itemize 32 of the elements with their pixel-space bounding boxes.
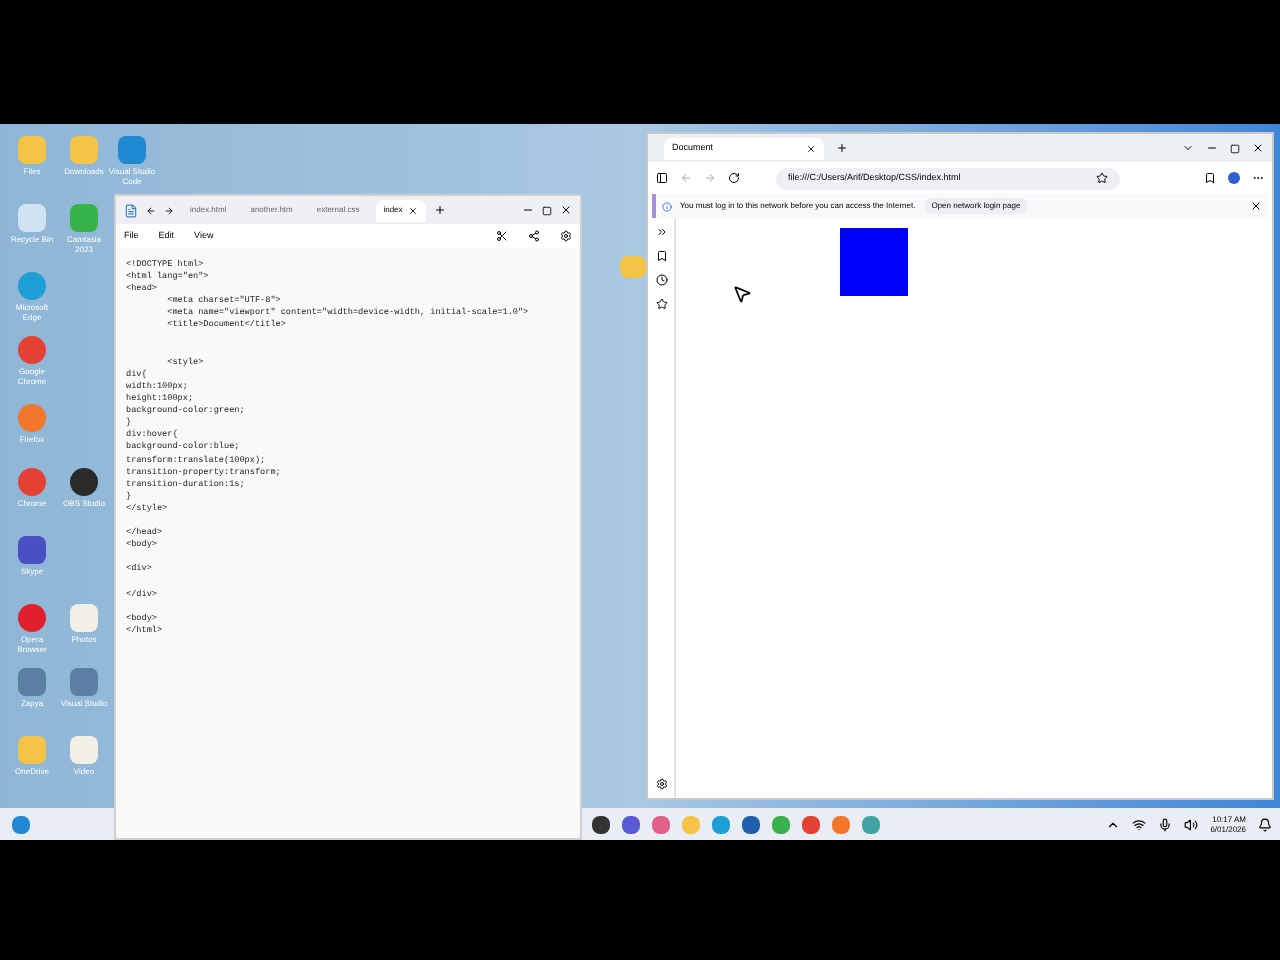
- chevron-icon[interactable]: [1106, 817, 1121, 831]
- mouse-cursor-icon: [732, 284, 752, 304]
- sidebar-icon[interactable]: [656, 172, 668, 184]
- star-icon[interactable]: [655, 298, 667, 310]
- bookmark-icon[interactable]: [655, 250, 667, 262]
- back-icon[interactable]: [146, 205, 156, 215]
- wifi-icon[interactable]: [1132, 817, 1147, 831]
- bookmark-icon[interactable]: [1096, 172, 1108, 184]
- new-tab-icon[interactable]: [434, 204, 447, 216]
- settings-icon[interactable]: [560, 230, 572, 242]
- close-icon[interactable]: [1252, 142, 1264, 154]
- volume-icon[interactable]: [1184, 817, 1199, 831]
- share-icon[interactable]: [528, 230, 540, 242]
- account-icon[interactable]: [1228, 172, 1240, 184]
- notepad-icon: [124, 203, 138, 217]
- new-tab-icon[interactable]: [836, 142, 848, 154]
- minimize-icon[interactable]: [522, 204, 534, 216]
- close-icon[interactable]: [560, 204, 572, 216]
- maximize-icon[interactable]: [542, 205, 552, 215]
- settings-icon[interactable]: [655, 778, 667, 790]
- microphone-icon[interactable]: [1158, 817, 1173, 831]
- reload-icon[interactable]: [728, 172, 740, 184]
- page-div-square: [840, 228, 908, 296]
- maximize-icon[interactable]: [1230, 143, 1240, 153]
- expand-icon[interactable]: [655, 226, 667, 238]
- close-icon[interactable]: [1250, 200, 1262, 212]
- minimize-icon[interactable]: [1206, 142, 1218, 154]
- history-icon[interactable]: [655, 274, 667, 286]
- info-icon: [662, 201, 672, 211]
- scissors-icon[interactable]: [496, 230, 508, 242]
- forward-icon[interactable]: [164, 205, 174, 215]
- notification-icon[interactable]: [1258, 817, 1272, 831]
